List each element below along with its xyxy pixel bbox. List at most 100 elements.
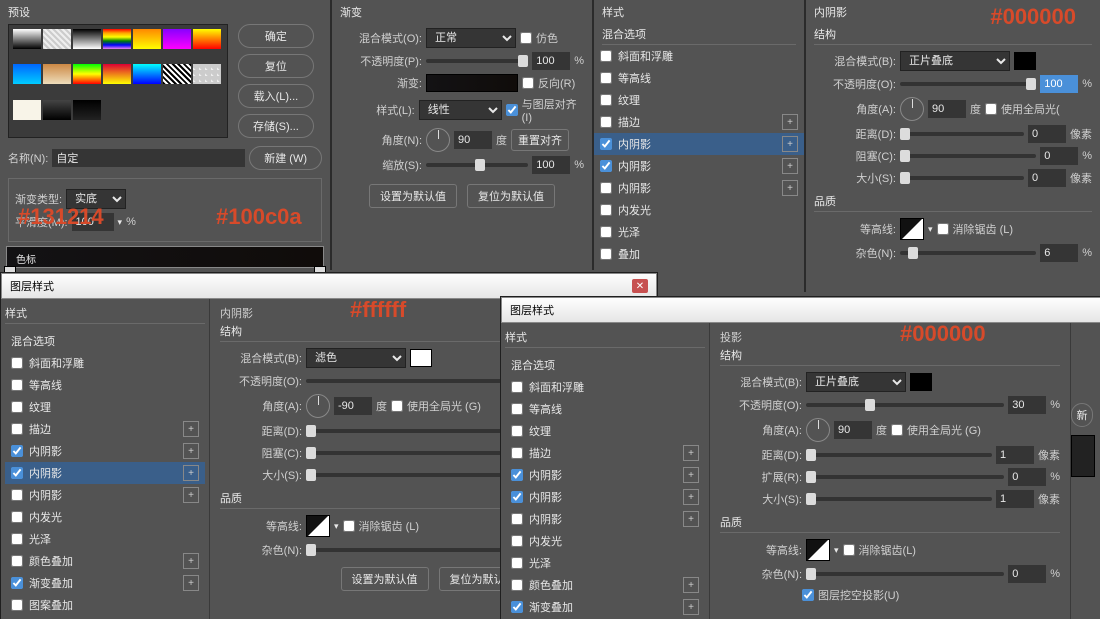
add-effect-icon[interactable]: + bbox=[782, 158, 798, 174]
style-item[interactable]: 等高线 bbox=[5, 374, 205, 396]
angle-input[interactable] bbox=[334, 397, 372, 415]
style-item[interactable]: 内发光 bbox=[5, 506, 205, 528]
style-item[interactable]: 颜色叠加+ bbox=[505, 574, 705, 596]
color-swatch[interactable] bbox=[1014, 52, 1036, 70]
style-checkbox[interactable] bbox=[511, 447, 523, 459]
dither-checkbox[interactable] bbox=[520, 32, 532, 44]
choke-slider[interactable] bbox=[900, 154, 1036, 158]
distance-input[interactable] bbox=[996, 446, 1034, 464]
distance-slider[interactable] bbox=[900, 132, 1024, 136]
opacity-input[interactable] bbox=[1040, 75, 1078, 93]
style-checkbox[interactable] bbox=[511, 491, 523, 503]
global-light-checkbox[interactable] bbox=[985, 103, 997, 115]
antialias-checkbox[interactable] bbox=[937, 223, 949, 235]
style-checkbox[interactable] bbox=[600, 226, 612, 238]
add-effect-icon[interactable]: + bbox=[683, 489, 699, 505]
style-item[interactable]: 内阴影+ bbox=[5, 440, 205, 462]
knockout-checkbox[interactable] bbox=[802, 589, 814, 601]
style-item[interactable]: 内阴影+ bbox=[594, 177, 804, 199]
style-checkbox[interactable] bbox=[11, 357, 23, 369]
style-checkbox[interactable] bbox=[600, 204, 612, 216]
opacity-input[interactable] bbox=[1008, 396, 1046, 414]
angle-dial[interactable] bbox=[306, 394, 330, 418]
size-input[interactable] bbox=[1028, 169, 1066, 187]
angle-input[interactable] bbox=[454, 131, 492, 149]
style-checkbox[interactable] bbox=[511, 403, 523, 415]
gradient-preview[interactable] bbox=[426, 74, 518, 92]
global-light-checkbox[interactable] bbox=[891, 424, 903, 436]
noise-slider[interactable] bbox=[900, 251, 1036, 255]
blend-mode-select[interactable]: 正片叠底 bbox=[806, 372, 906, 392]
style-checkbox[interactable] bbox=[11, 379, 23, 391]
style-item[interactable]: 光泽 bbox=[505, 552, 705, 574]
size-slider[interactable] bbox=[806, 497, 992, 501]
reverse-checkbox[interactable] bbox=[522, 77, 534, 89]
style-item[interactable]: 图案叠加 bbox=[5, 594, 205, 616]
style-item[interactable]: 等高线 bbox=[505, 398, 705, 420]
style-item[interactable]: 斜面和浮雕 bbox=[5, 352, 205, 374]
style-checkbox[interactable] bbox=[11, 533, 23, 545]
load-button[interactable]: 载入(L)... bbox=[238, 84, 314, 108]
style-checkbox[interactable] bbox=[11, 577, 23, 589]
size-slider[interactable] bbox=[900, 176, 1024, 180]
set-default-button[interactable]: 设置为默认值 bbox=[341, 567, 429, 591]
style-checkbox[interactable] bbox=[11, 489, 23, 501]
style-checkbox[interactable] bbox=[11, 423, 23, 435]
contour-picker[interactable] bbox=[900, 218, 924, 240]
scale-input[interactable] bbox=[532, 156, 570, 174]
add-effect-icon[interactable]: + bbox=[683, 577, 699, 593]
distance-slider[interactable] bbox=[806, 453, 992, 457]
style-item[interactable]: 内阴影+ bbox=[594, 133, 804, 155]
style-item[interactable]: 内发光 bbox=[505, 530, 705, 552]
style-item[interactable]: 描边+ bbox=[505, 442, 705, 464]
style-checkbox[interactable] bbox=[600, 50, 612, 62]
opacity-slider[interactable] bbox=[426, 59, 528, 63]
style-checkbox[interactable] bbox=[600, 72, 612, 84]
style-item[interactable]: 内阴影+ bbox=[505, 464, 705, 486]
style-checkbox[interactable] bbox=[11, 467, 23, 479]
global-light-checkbox[interactable] bbox=[391, 400, 403, 412]
style-checkbox[interactable] bbox=[511, 579, 523, 591]
reset-button[interactable]: 复位 bbox=[238, 54, 314, 78]
reset-default-button[interactable]: 复位为默认值 bbox=[467, 184, 555, 208]
style-checkbox[interactable] bbox=[600, 138, 612, 150]
style-item[interactable]: 描边+ bbox=[5, 418, 205, 440]
style-checkbox[interactable] bbox=[600, 182, 612, 194]
style-item[interactable]: 纹理 bbox=[505, 420, 705, 442]
add-effect-icon[interactable]: + bbox=[782, 114, 798, 130]
style-checkbox[interactable] bbox=[600, 94, 612, 106]
color-swatch[interactable] bbox=[910, 373, 932, 391]
antialias-checkbox[interactable] bbox=[843, 544, 855, 556]
new-style-button[interactable]: 新 bbox=[1071, 403, 1093, 427]
style-checkbox[interactable] bbox=[11, 401, 23, 413]
style-item[interactable]: 纹理 bbox=[5, 396, 205, 418]
angle-dial[interactable] bbox=[426, 128, 450, 152]
set-default-button[interactable]: 设置为默认值 bbox=[369, 184, 457, 208]
align-checkbox[interactable] bbox=[506, 104, 518, 116]
add-effect-icon[interactable]: + bbox=[183, 443, 199, 459]
opacity-slider[interactable] bbox=[806, 403, 1004, 407]
add-effect-icon[interactable]: + bbox=[183, 421, 199, 437]
add-effect-icon[interactable]: + bbox=[683, 599, 699, 615]
style-item[interactable]: 内阴影+ bbox=[505, 508, 705, 530]
style-checkbox[interactable] bbox=[600, 248, 612, 260]
color-swatch[interactable] bbox=[410, 349, 432, 367]
blend-mode-select[interactable]: 滤色 bbox=[306, 348, 406, 368]
opacity-slider[interactable] bbox=[900, 82, 1036, 86]
name-input[interactable] bbox=[52, 149, 245, 167]
style-checkbox[interactable] bbox=[511, 381, 523, 393]
window-titlebar[interactable]: 图层样式 bbox=[501, 297, 1100, 323]
style-item[interactable]: 描边+ bbox=[594, 111, 804, 133]
gradient-preset-grid[interactable] bbox=[8, 24, 228, 138]
style-item[interactable]: 光泽 bbox=[594, 221, 804, 243]
style-select[interactable]: 线性 bbox=[419, 100, 502, 120]
style-item[interactable]: 颜色叠加+ bbox=[5, 550, 205, 572]
style-item[interactable]: 光泽 bbox=[5, 528, 205, 550]
size-input[interactable] bbox=[996, 490, 1034, 508]
blend-options[interactable]: 混合选项 bbox=[505, 354, 705, 376]
style-item[interactable]: 内阴影+ bbox=[5, 462, 205, 484]
blend-options[interactable]: 混合选项 bbox=[602, 24, 796, 45]
style-item[interactable]: 斜面和浮雕 bbox=[594, 45, 804, 67]
style-checkbox[interactable] bbox=[11, 555, 23, 567]
blend-mode-select[interactable]: 正片叠底 bbox=[900, 51, 1010, 71]
